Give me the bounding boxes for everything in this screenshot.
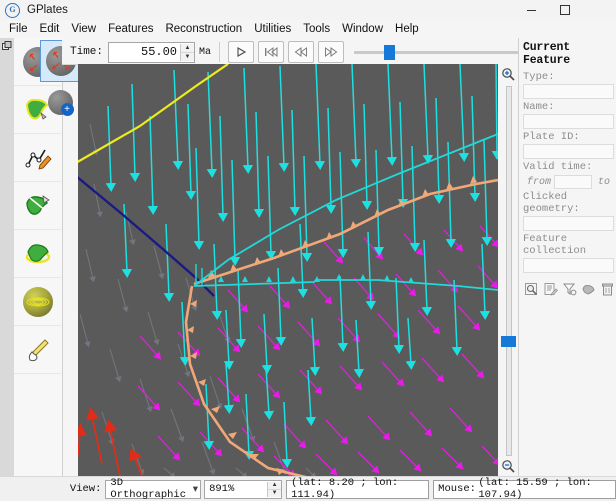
feature-collection-label: Feature collection: [523, 233, 587, 257]
maximize-icon: [560, 5, 570, 15]
feature-name-field[interactable]: [523, 114, 614, 129]
valid-to-label: to: [598, 176, 611, 188]
close-button[interactable]: [582, 0, 616, 20]
zoom-in-magnifier-icon[interactable]: [500, 66, 516, 82]
zoom-slider-track: [506, 86, 512, 456]
menu-file[interactable]: File: [3, 21, 34, 37]
mouse-coordinates-box: Mouse: (lat: 15.59 ; lon: 107.94): [433, 477, 616, 501]
fast-forward-icon: [325, 47, 338, 57]
sphere-grid-icon: [22, 286, 53, 317]
rewind-button[interactable]: [288, 41, 315, 63]
feature-name-label: Name:: [523, 101, 555, 113]
time-label: Time:: [70, 46, 104, 58]
view-label: View:: [69, 483, 102, 495]
zoom-level-stepper[interactable]: ▲ ▼: [267, 481, 282, 497]
query-feature-icon[interactable]: [523, 281, 539, 297]
panel-title: Current Feature: [523, 41, 570, 67]
menu-utilities[interactable]: Utilities: [248, 21, 297, 37]
time-step-up-icon[interactable]: ▲: [181, 44, 194, 52]
valid-from-label: from: [527, 176, 552, 188]
menu-edit[interactable]: Edit: [34, 21, 66, 37]
globe-zoom-icon: +: [47, 89, 74, 116]
valid-time-label: Valid time:: [523, 161, 593, 173]
title-bar: G GPlates: [0, 0, 616, 21]
move-vertex-pencil-icon: [25, 149, 52, 170]
menu-window[interactable]: Window: [336, 21, 389, 37]
zoom-slider-handle[interactable]: [501, 336, 516, 347]
time-step-down-icon[interactable]: ▼: [181, 51, 195, 61]
time-input[interactable]: [109, 42, 181, 62]
play-button[interactable]: [228, 41, 255, 63]
tool-lighting[interactable]: [14, 326, 61, 374]
zoom-out-magnifier-icon[interactable]: [500, 458, 516, 474]
feature-type-field[interactable]: [523, 84, 614, 99]
copy-geometry-icon[interactable]: [580, 281, 596, 297]
time-stepper[interactable]: ▲ ▼: [180, 43, 195, 61]
zoom-level-spinbox[interactable]: 891% ▲ ▼: [204, 479, 283, 499]
skip-to-start-icon: [265, 46, 278, 58]
view-mode-select[interactable]: 3D Orthographic ▾: [105, 477, 202, 501]
feature-plate-id-field[interactable]: [523, 144, 614, 159]
clicked-geometry-field[interactable]: [523, 216, 614, 231]
tool-measure-distance[interactable]: [14, 278, 61, 326]
play-icon: [237, 47, 247, 57]
lighting-torch-icon: [28, 338, 49, 361]
menu-bar: File Edit View Features Reconstruction U…: [0, 20, 616, 38]
menu-view[interactable]: View: [65, 21, 102, 37]
gplates-logo-icon: G: [5, 2, 20, 18]
zoom-level-value: 891%: [209, 483, 235, 495]
fast-forward-button[interactable]: [318, 41, 345, 63]
mouse-coordinates: (lat: 15.59 ; lon: 107.94): [478, 477, 592, 501]
zoom-step-down-icon[interactable]: ▼: [268, 488, 282, 497]
valid-from-field[interactable]: [554, 175, 593, 189]
left-dock-strip: [0, 38, 15, 476]
tool-move-vertex[interactable]: [14, 134, 61, 182]
toolbar-separator: [219, 42, 221, 62]
feature-collection-field[interactable]: [523, 258, 614, 273]
tool-zoom-globe[interactable]: +: [40, 82, 80, 122]
clicked-geometry-label: Clicked geometry:: [523, 191, 580, 215]
menu-help[interactable]: Help: [389, 21, 425, 37]
view-mode-value: 3D Orthographic: [110, 477, 187, 501]
menu-features[interactable]: Features: [102, 21, 159, 37]
dock-handle-icon[interactable]: [2, 41, 12, 51]
gplates-window: G GPlates File Edit View Features Recons…: [0, 0, 616, 501]
zoom-step-up-icon[interactable]: ▲: [268, 482, 281, 489]
minimize-button[interactable]: [514, 0, 548, 20]
manipulate-pole-icon: [25, 243, 50, 263]
globe-canvas[interactable]: [78, 64, 498, 476]
tool-split-feature[interactable]: [14, 182, 61, 230]
time-spinbox[interactable]: ▲ ▼: [108, 41, 196, 63]
feature-action-bar: [519, 273, 616, 297]
centre-coordinates: (lat: 8.20 ; lon: 111.94): [286, 477, 430, 501]
zoom-slider[interactable]: [498, 64, 518, 476]
feature-type-label: Type:: [523, 71, 555, 83]
split-feature-icon: [25, 194, 50, 215]
status-bar: View: 3D Orthographic ▾ 891% ▲ ▼ (lat: 8…: [0, 476, 616, 501]
feature-plate-id-label: Plate ID:: [523, 131, 580, 143]
plus-badge-icon: +: [60, 102, 74, 116]
maximize-button[interactable]: [548, 0, 582, 20]
chevron-down-icon: ▾: [192, 483, 199, 496]
window-controls: [514, 0, 616, 20]
current-feature-panel: Current Feature Type: Name: Plate ID: Va…: [518, 38, 616, 476]
edit-feature-icon[interactable]: [542, 281, 558, 297]
seek-start-button[interactable]: [258, 41, 285, 63]
rewind-icon: [294, 47, 308, 57]
time-unit-label: Ma: [199, 46, 212, 58]
valid-time-row: from to: [519, 175, 616, 189]
delete-feature-icon[interactable]: [599, 281, 615, 297]
minimize-icon: [526, 9, 536, 11]
time-slider-handle[interactable]: [384, 45, 396, 60]
tool-manipulate-pole[interactable]: [14, 230, 61, 278]
tool-palette-empty: [14, 374, 61, 421]
globe-render: [78, 64, 498, 476]
window-title: GPlates: [27, 4, 68, 16]
mouse-label: Mouse:: [438, 483, 476, 495]
menu-tools[interactable]: Tools: [297, 21, 336, 37]
clone-feature-icon[interactable]: [561, 281, 577, 297]
menu-reconstruction[interactable]: Reconstruction: [159, 21, 248, 37]
